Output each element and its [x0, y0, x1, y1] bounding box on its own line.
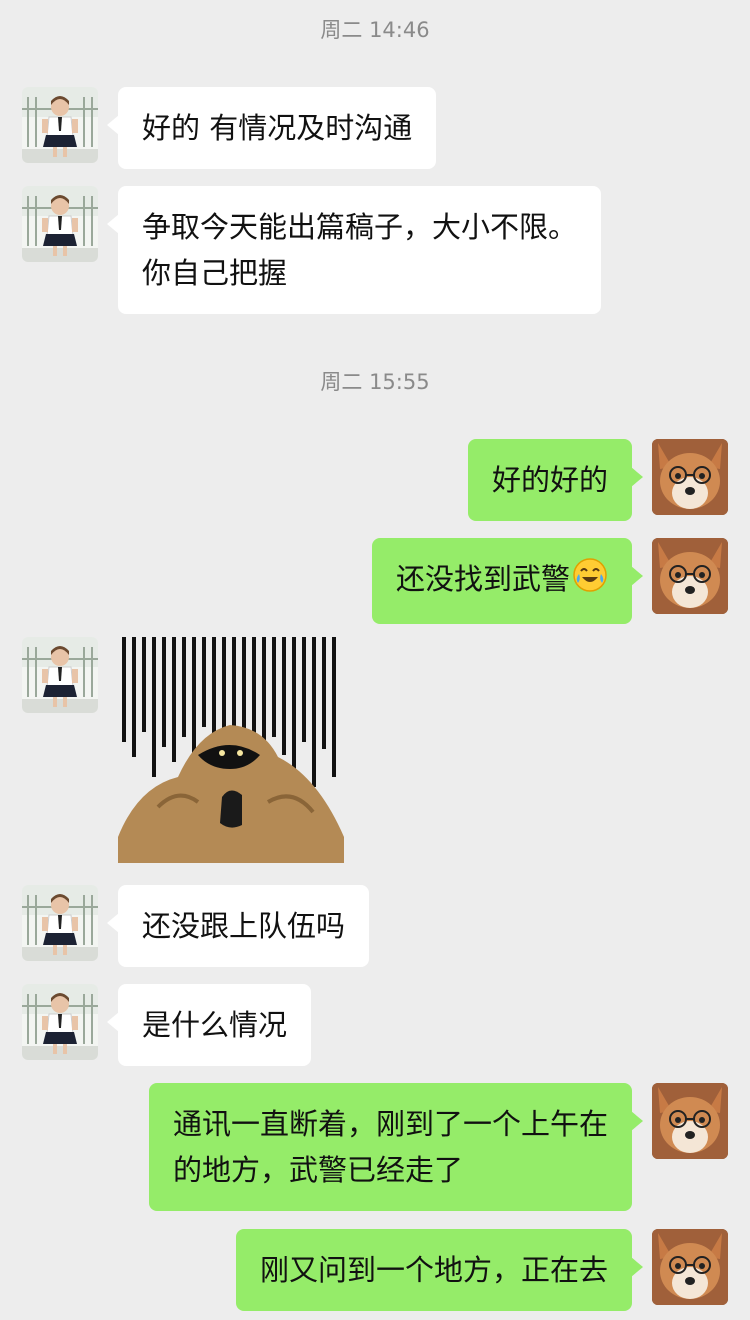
contact-avatar[interactable] [22, 87, 98, 163]
contact-avatar[interactable] [22, 984, 98, 1060]
message-bubble[interactable]: 好的好的 [467, 439, 644, 521]
timestamp: 周二 14:46 [320, 18, 430, 42]
message-bubble[interactable]: 争取今天能出篇稿子，大小不限。 你自己把握 [106, 186, 602, 314]
contact-avatar[interactable] [22, 637, 98, 713]
message-text: 还没找到武警 [395, 562, 570, 596]
my-avatar[interactable] [652, 439, 728, 515]
contact-avatar[interactable] [22, 885, 98, 961]
message-bubble[interactable]: 好的 有情况及时沟通 [106, 87, 437, 169]
message-text: 是什么情况 [142, 1008, 288, 1042]
my-avatar[interactable] [652, 1083, 728, 1159]
timestamp: 周二 15:55 [320, 370, 430, 394]
message-text-line: 的地方，武警已经走了 [172, 1153, 463, 1187]
message-text: 好的 有情况及时沟通 [142, 111, 413, 145]
message-text: 好的好的 [491, 463, 608, 497]
message-text-line: 通讯一直断着，刚到了一个上午在 [172, 1107, 608, 1141]
message-text-line: 你自己把握 [142, 256, 288, 290]
my-avatar[interactable] [652, 538, 728, 614]
message-text: 还没跟上队伍吗 [142, 909, 346, 943]
message-bubble[interactable]: 刚又问到一个地方，正在去 [235, 1229, 644, 1311]
crying-laughing-emoji [572, 557, 608, 606]
contact-avatar[interactable] [22, 186, 98, 262]
message-bubble[interactable]: 还没找到武警 [371, 538, 644, 624]
monster-sticker[interactable] [118, 637, 346, 867]
message-text: 刚又问到一个地方，正在去 [259, 1253, 608, 1287]
message-text-line: 争取今天能出篇稿子，大小不限。 [142, 210, 578, 244]
message-bubble[interactable]: 还没跟上队伍吗 [106, 885, 370, 967]
message-bubble[interactable]: 通讯一直断着，刚到了一个上午在 的地方，武警已经走了 [148, 1083, 644, 1211]
message-bubble[interactable]: 是什么情况 [106, 984, 312, 1066]
my-avatar[interactable] [652, 1229, 728, 1305]
